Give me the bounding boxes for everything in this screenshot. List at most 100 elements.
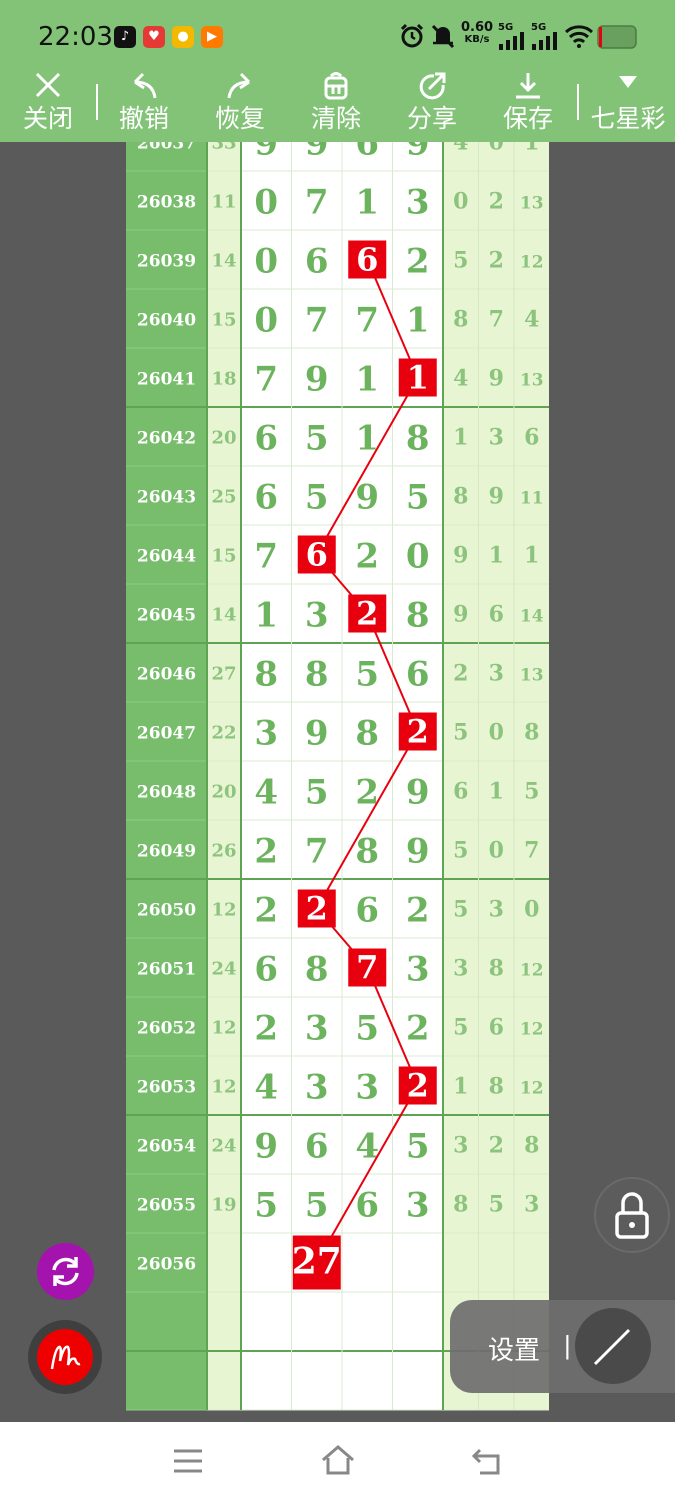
- sum-column-bg: [207, 142, 241, 1410]
- sum-value: 18: [211, 369, 236, 390]
- issue-number: 26054: [137, 1137, 196, 1157]
- digit-cell: 9: [355, 478, 379, 518]
- stat-cell: 1: [489, 543, 504, 569]
- save-button[interactable]: 保存: [492, 70, 564, 142]
- digit-cell: 5: [305, 773, 329, 813]
- digit-cell: 0: [254, 183, 278, 223]
- stat-cell: 9: [453, 602, 468, 628]
- issue-number: 26051: [137, 960, 196, 980]
- redo-button[interactable]: 恢复: [204, 70, 276, 142]
- stat-cell: 12: [520, 961, 544, 981]
- digit-cell: 3: [305, 1009, 329, 1049]
- digit-cell: 7: [355, 301, 379, 341]
- stat-cell: 1: [453, 425, 468, 451]
- digit-cell: 0: [254, 301, 278, 341]
- net-speed-unit: KB/s: [464, 34, 490, 45]
- digit-cell: 9: [305, 714, 329, 754]
- close-button[interactable]: 关闭: [12, 70, 84, 142]
- digit-cell: 1: [355, 360, 379, 400]
- heart-app-icon: ♥: [143, 26, 165, 48]
- sum-value: 22: [211, 723, 236, 744]
- settings-button[interactable]: 设置: [488, 1330, 540, 1367]
- issue-number: 26041: [137, 370, 196, 390]
- sum-value: 14: [211, 251, 236, 272]
- stat-cell: 4: [524, 307, 539, 333]
- back-icon[interactable]: [470, 1446, 504, 1476]
- digit-cell: 9: [406, 142, 430, 164]
- stat-cell: 8: [524, 720, 539, 746]
- digit-cell: 3: [305, 1068, 329, 1108]
- digit-cell: 9: [254, 142, 278, 164]
- stat-cell: 1: [453, 1074, 468, 1100]
- caret-down-icon: [619, 76, 637, 88]
- digit-cell: 8: [355, 832, 379, 872]
- stat-cell: 8: [453, 484, 468, 510]
- stat-cell: 14: [520, 607, 544, 627]
- share-button[interactable]: 分享: [396, 70, 468, 142]
- digit-cell: 4: [254, 1068, 278, 1108]
- stat-cell: 13: [520, 194, 544, 214]
- navigation-bar: [0, 1422, 675, 1500]
- marked-digit: 2: [407, 713, 429, 751]
- sum-value: 14: [211, 605, 236, 626]
- digit-cell: 5: [254, 1186, 278, 1226]
- sum-value: 12: [211, 1018, 236, 1039]
- digit-cell: 5: [406, 1127, 430, 1167]
- digit-cell: 3: [254, 714, 278, 754]
- sum-value: 11: [211, 192, 236, 213]
- digit-cell: 4: [254, 773, 278, 813]
- sum-value: 15: [211, 310, 236, 331]
- digit-cell: 5: [305, 1186, 329, 1226]
- stat-cell: 5: [453, 248, 468, 274]
- digit-cell: 6: [355, 142, 379, 164]
- issue-number: 26037: [137, 142, 196, 154]
- sum-value: 12: [211, 1077, 236, 1098]
- lottery-type-dropdown[interactable]: 七星彩: [585, 70, 671, 142]
- pen-button[interactable]: [28, 1320, 102, 1394]
- line-tool-button[interactable]: [575, 1308, 651, 1384]
- digit-cell: 6: [305, 242, 329, 282]
- stat-cell: 0: [524, 897, 539, 923]
- wifi-icon: [564, 25, 594, 48]
- digit-cell: 6: [254, 950, 278, 990]
- issue-number: 26044: [137, 547, 196, 567]
- clock: 22:03: [38, 22, 113, 52]
- battery-low-icon: [597, 25, 637, 49]
- digit-cell: 1: [254, 596, 278, 636]
- stat-cell: 7: [524, 838, 539, 864]
- marked-digit: 27: [292, 1241, 342, 1283]
- issue-number: 26050: [137, 901, 196, 921]
- refresh-button[interactable]: [37, 1243, 94, 1300]
- undo-button[interactable]: 撤销: [108, 70, 180, 142]
- stat-cell: 2: [489, 189, 504, 215]
- stat-cell: 8: [489, 956, 504, 982]
- digit-cell: 1: [355, 183, 379, 223]
- stat-cell: 7: [489, 307, 504, 333]
- menu-icon[interactable]: [172, 1448, 204, 1474]
- stat-cell: 3: [489, 661, 504, 687]
- stat-cell: 8: [489, 1074, 504, 1100]
- digit-cell: 5: [305, 419, 329, 459]
- digit-cell: 5: [305, 478, 329, 518]
- stat-cell: 12: [520, 253, 544, 273]
- digit-cell: 8: [355, 714, 379, 754]
- digit-cell: 2: [406, 891, 430, 931]
- sum-value: 15: [211, 546, 236, 567]
- issue-number: 26043: [137, 488, 196, 508]
- stat-cell: 13: [520, 371, 544, 391]
- trend-chart[interactable]: 2603733996940126038110713021326039140662…: [0, 142, 675, 1422]
- stat-cell: 0: [489, 720, 504, 746]
- clear-button[interactable]: 清除: [300, 70, 372, 142]
- stat-cell: 3: [453, 956, 468, 982]
- stat-cell: 2: [489, 1133, 504, 1159]
- stat-cell: 1: [524, 543, 539, 569]
- issue-number: 26053: [137, 1078, 196, 1098]
- lock-button[interactable]: [594, 1177, 670, 1253]
- issue-number: 26046: [137, 665, 196, 685]
- stat-cell: 5: [453, 897, 468, 923]
- issue-number: 26056: [137, 1255, 196, 1275]
- stat-cell: 8: [524, 1133, 539, 1159]
- stat-cell: 11: [520, 489, 544, 509]
- home-icon[interactable]: [320, 1444, 356, 1476]
- digit-cell: 6: [406, 655, 430, 695]
